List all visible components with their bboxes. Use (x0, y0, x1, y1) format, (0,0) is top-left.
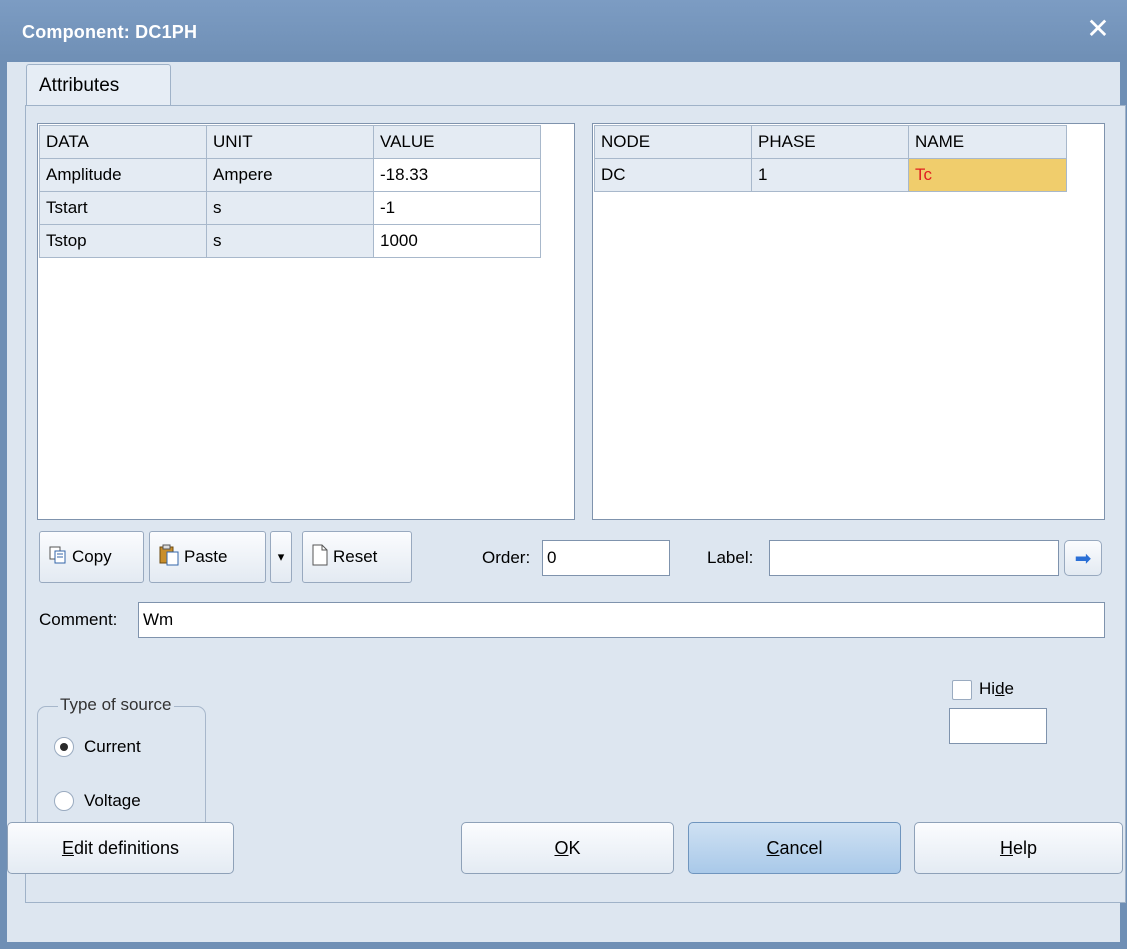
cancel-button[interactable]: Cancel (688, 822, 901, 874)
ok-button[interactable]: OK (461, 822, 674, 874)
voltage-label[interactable]: Voltage (84, 791, 141, 811)
name-cell[interactable]: Tc (908, 158, 1067, 192)
hide-checkbox[interactable] (952, 680, 972, 700)
edit-definitions-accel: E (61, 837, 74, 858)
tab-label: Attributes (39, 75, 120, 96)
paste-button[interactable]: Paste (149, 531, 266, 583)
node-grid[interactable]: NODE PHASE NAME DC 1 Tc (592, 123, 1105, 520)
order-input[interactable]: 0 (542, 540, 670, 576)
arrow-right-icon: ➡ (1074, 547, 1092, 570)
column-header-name[interactable]: NAME (908, 125, 1067, 159)
document-icon (311, 544, 329, 571)
hide-value-input[interactable] (949, 708, 1047, 744)
column-header-node[interactable]: NODE (594, 125, 752, 159)
current-label[interactable]: Current (84, 737, 141, 757)
dialog-window: Component: DC1PH ✕ Attributes DATA UNIT … (0, 0, 1127, 949)
table-row: Amplitude Ampere -18.33 (39, 158, 541, 192)
reset-label: Reset (333, 547, 378, 566)
column-header-phase[interactable]: PHASE (751, 125, 909, 159)
hide-label-pre: Hi (979, 679, 996, 698)
help-button[interactable]: Help (914, 822, 1123, 874)
reset-button[interactable]: Reset (302, 531, 412, 583)
tab-attributes[interactable]: Attributes (26, 64, 171, 106)
table-row: Tstop s 1000 (39, 224, 541, 258)
help-label: elp (1012, 837, 1038, 858)
cancel-label: ancel (779, 837, 823, 858)
column-header-data[interactable]: DATA (39, 125, 207, 159)
data-cell: Tstop (39, 224, 207, 258)
hide-label[interactable]: Hide (979, 679, 1014, 699)
label-field-label: Label: (707, 548, 754, 567)
paste-icon (158, 544, 180, 571)
comment-input[interactable]: Wm (138, 602, 1105, 638)
chevron-down-icon: ▾ (277, 549, 285, 564)
node-table: NODE PHASE NAME DC 1 Tc (594, 125, 1067, 192)
voltage-radio[interactable] (54, 791, 74, 811)
comment-label: Comment: (39, 610, 118, 629)
help-accel: H (999, 837, 1013, 858)
paste-label: Paste (184, 547, 228, 566)
edit-definitions-label: dit definitions (73, 837, 180, 858)
phase-cell: 1 (751, 158, 909, 192)
paste-dropdown-button[interactable]: ▾ (270, 531, 292, 583)
column-header-unit[interactable]: UNIT (206, 125, 374, 159)
value-cell[interactable]: -18.33 (373, 158, 541, 192)
edit-definitions-button[interactable]: Edit definitions (7, 822, 234, 874)
copy-icon (48, 545, 68, 570)
cancel-accel: C (766, 837, 780, 858)
close-icon[interactable]: ✕ (1083, 14, 1113, 44)
value-cell[interactable]: 1000 (373, 224, 541, 258)
table-row: DC 1 Tc (594, 158, 1067, 192)
order-label: Order: (482, 548, 531, 567)
data-grid[interactable]: DATA UNIT VALUE Amplitude Ampere -18.33 … (37, 123, 575, 520)
data-table: DATA UNIT VALUE Amplitude Ampere -18.33 … (39, 125, 541, 258)
dialog-client: Attributes DATA UNIT VALUE Amplitude Amp… (7, 62, 1126, 942)
unit-cell: s (206, 224, 374, 258)
unit-cell: s (206, 191, 374, 225)
apply-label-button[interactable]: ➡ (1064, 540, 1102, 576)
title-bar[interactable]: Component: DC1PH ✕ (0, 0, 1127, 62)
node-cell: DC (594, 158, 752, 192)
unit-cell: Ampere (206, 158, 374, 192)
radio-dot (60, 743, 68, 751)
data-cell: Tstart (39, 191, 207, 225)
source-type-group: Type of source Current Voltage (37, 695, 206, 834)
hide-label-accel: d (995, 679, 1005, 698)
copy-button[interactable]: Copy (39, 531, 144, 583)
table-row: Tstart s -1 (39, 191, 541, 225)
value-cell[interactable]: -1 (373, 191, 541, 225)
window-title: Component: DC1PH (22, 22, 198, 42)
data-cell: Amplitude (39, 158, 207, 192)
ok-accel: O (554, 837, 569, 858)
label-input[interactable] (769, 540, 1059, 576)
group-title: Type of source (58, 695, 174, 715)
hide-label-post: e (1004, 679, 1014, 698)
copy-label: Copy (72, 547, 112, 566)
ok-label: K (568, 837, 581, 858)
column-header-value[interactable]: VALUE (373, 125, 541, 159)
current-radio[interactable] (54, 737, 74, 757)
